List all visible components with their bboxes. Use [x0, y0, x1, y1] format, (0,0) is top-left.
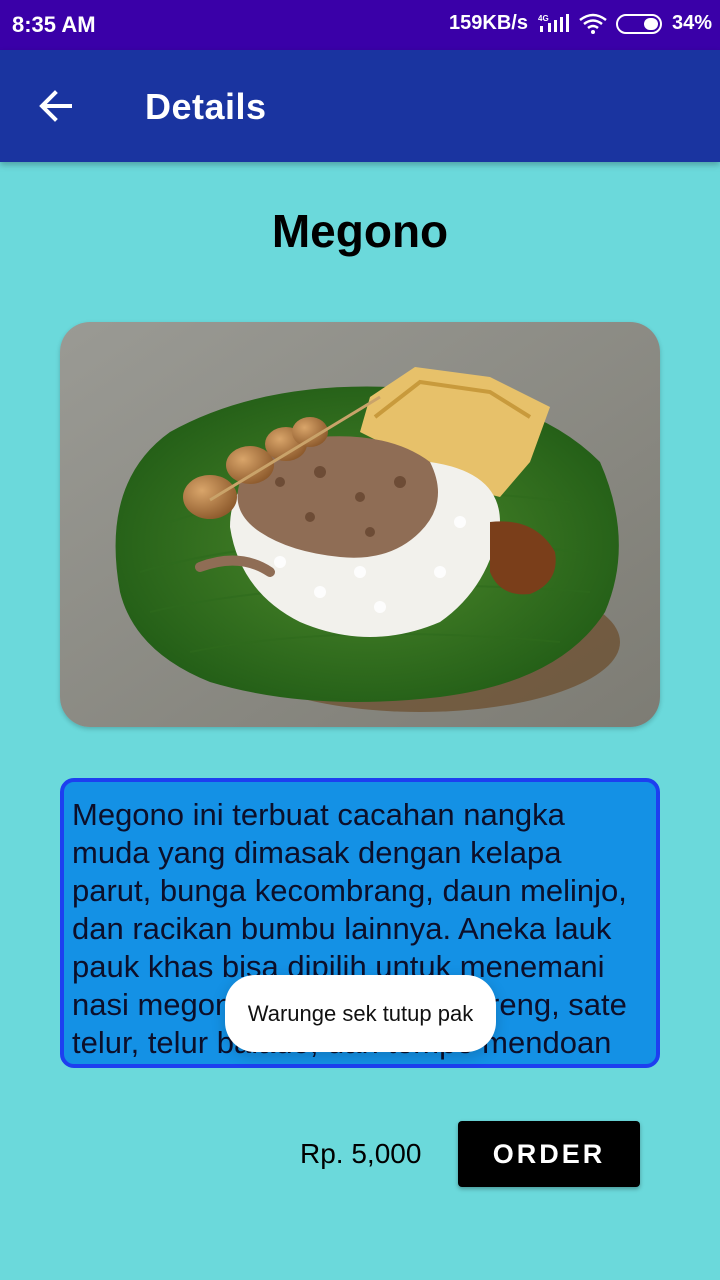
food-image	[60, 322, 660, 727]
food-name: Megono	[271, 205, 449, 257]
egg-1	[183, 475, 237, 519]
battery-percent: 34%	[671, 12, 712, 34]
wifi-icon	[578, 13, 608, 35]
toast-message: Warunge sek tutup pak	[225, 975, 496, 1052]
status-time: 8:35 AM	[12, 12, 96, 37]
signal-icon: 4G	[536, 13, 570, 35]
battery-icon	[615, 13, 664, 35]
toast-text: Warunge sek tutup pak	[247, 1000, 474, 1026]
status-bar: 8:35 AM 159KB/s 4G 34%	[0, 0, 720, 50]
arrow-back-icon[interactable]	[36, 86, 76, 126]
app-bar: Details	[0, 50, 720, 162]
order-button[interactable]: ORDER	[458, 1121, 640, 1187]
status-right: 159KB/s 4G 34%	[449, 12, 712, 35]
network-speed: 159KB/s	[449, 12, 528, 34]
page-title: Details	[145, 86, 267, 127]
price-label: Rp. 5,000	[300, 1138, 422, 1169]
network-type-label: 4G	[538, 14, 549, 23]
